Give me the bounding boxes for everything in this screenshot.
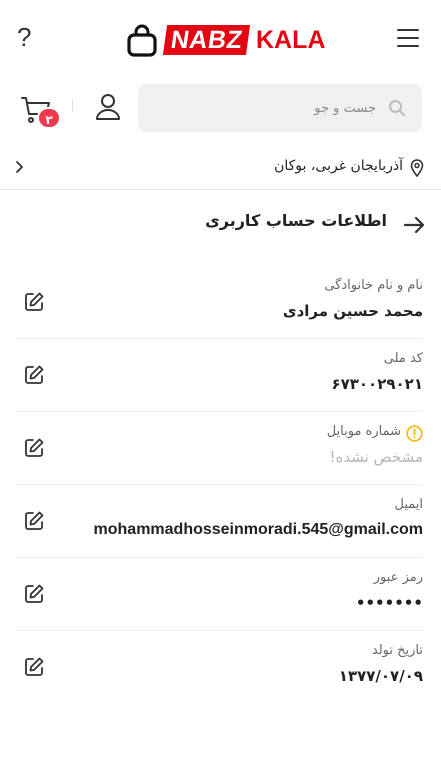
field-label: نام و نام خانوادگی [324,278,423,293]
cart-count-badge: ۳ [37,107,61,129]
field-value: mohammadhosseinmoradi.545@gmail.com [93,521,423,538]
search-input[interactable] [146,84,376,132]
top-bar: ? NABZ KALA [0,0,441,78]
help-icon[interactable]: ? [17,22,31,53]
search-row: ۳ [0,82,441,134]
edit-icon[interactable] [23,291,45,313]
warning-icon [406,425,423,442]
field-password: رمز عبور ••••••• [16,558,423,631]
field-label: تاریخ تولد [371,643,423,658]
field-label: رمز عبور [373,570,423,585]
edit-icon[interactable] [23,437,45,459]
chevron-right-icon [16,161,23,173]
field-label: شماره موبایل [326,424,401,439]
edit-icon[interactable] [23,583,45,605]
edit-icon[interactable] [23,510,45,532]
field-email: ایمیل mohammadhosseinmoradi.545@gmail.co… [16,485,423,558]
field-mobile: شماره موبایل مشخص نشده! [16,412,423,485]
logo-text-nabz: NABZ [162,25,251,55]
field-value: محمد حسین مرادی [282,302,423,320]
page-header: اطلاعات حساب کاربری [0,192,441,252]
location-pin-icon [410,159,424,177]
field-value: ۱۳۷۷/۰۷/۰۹ [338,667,423,685]
field-value: مشخص نشده! [329,448,423,466]
edit-icon[interactable] [23,364,45,386]
field-label: ایمیل [394,497,423,512]
logo-text-kala: KALA [256,26,326,54]
user-profile-icon[interactable] [95,93,121,121]
back-arrow-icon[interactable] [403,216,425,234]
search-box[interactable] [138,84,422,132]
location-selector[interactable]: آذربایجان غربی، بوکان [0,146,441,190]
brand-logo[interactable]: NABZ KALA [126,20,325,58]
field-national-id: کد ملی ۶۷۳۰۰۲۹۰۲۱ [16,339,423,412]
edit-icon[interactable] [23,656,45,678]
location-text: آذربایجان غربی، بوکان [274,158,403,174]
field-value: ۶۷۳۰۰۲۹۰۲۱ [331,375,423,393]
hamburger-menu-icon[interactable] [397,29,419,47]
search-icon [389,100,405,116]
field-label: کد ملی [383,351,423,366]
field-full-name: نام و نام خانوادگی محمد حسین مرادی [16,266,423,339]
field-value: ••••••• [355,594,423,612]
shopping-bag-icon [127,24,157,57]
page-title: اطلاعات حساب کاربری [205,211,387,230]
divider [72,99,73,112]
field-birth-date: تاریخ تولد ۱۳۷۷/۰۷/۰۹ [16,631,423,704]
